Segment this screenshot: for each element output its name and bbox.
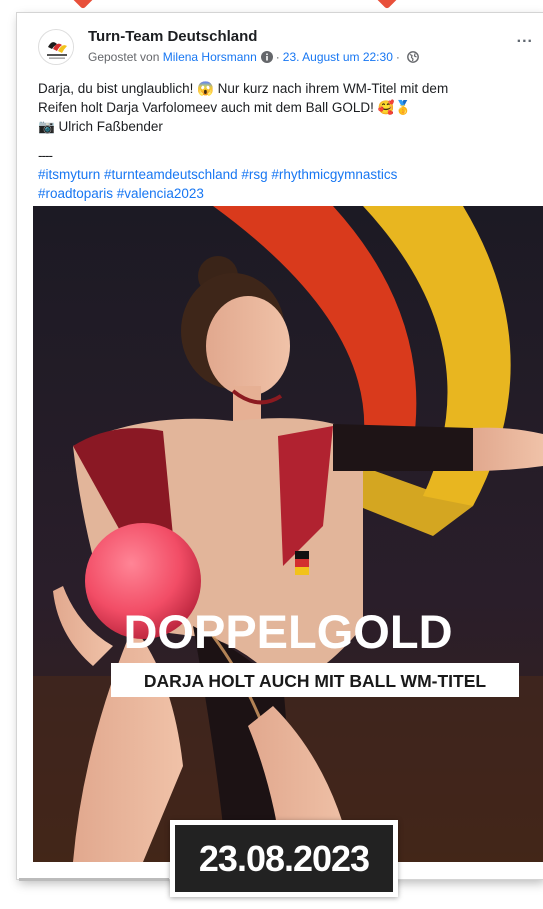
date-badge: 23.08.2023 xyxy=(170,820,398,897)
text-divider: ---- xyxy=(38,148,53,163)
page-avatar[interactable] xyxy=(38,29,74,65)
more-options-icon[interactable]: ... xyxy=(517,30,533,46)
hashtags-line-1[interactable]: #itsmyturn #turnteamdeutschland #rsg #rh… xyxy=(38,165,538,184)
facebook-post-card: Turn-Team Deutschland Gepostet von Milen… xyxy=(17,13,543,879)
top-marker-right xyxy=(368,0,406,10)
gymnast-photo: DOPPELGOLD DARJA HOLT AUCH MIT BALL WM-T… xyxy=(33,206,543,862)
meta-separator-2: · xyxy=(395,50,400,64)
posted-by-label: Gepostet von xyxy=(88,50,160,64)
author-link[interactable]: Milena Horsmann xyxy=(163,50,257,64)
post-date-link[interactable]: 23. August um 22:30 xyxy=(283,50,393,64)
page-name-link[interactable]: Turn-Team Deutschland xyxy=(88,28,257,45)
post-image[interactable]: DOPPELGOLD DARJA HOLT AUCH MIT BALL WM-T… xyxy=(33,206,543,862)
post-text: Darja, du bist unglaublich! 😱 Nur kurz n… xyxy=(38,79,538,203)
post-text-line-2: Reifen holt Darja Varfolomeev auch mit d… xyxy=(38,100,412,115)
globe-icon xyxy=(406,51,419,63)
photo-credit: 📷 Ulrich Faßbender xyxy=(38,119,163,134)
post-header: Turn-Team Deutschland Gepostet von Milen… xyxy=(17,13,543,69)
subline-text: DARJA HOLT AUCH MIT BALL WM-TITEL xyxy=(144,671,486,691)
meta-separator: · xyxy=(275,50,280,64)
info-icon[interactable] xyxy=(260,51,273,63)
card-bottom-edge xyxy=(19,878,169,881)
turn-team-logo-icon xyxy=(40,31,73,64)
post-text-line-1: Darja, du bist unglaublich! 😱 Nur kurz n… xyxy=(38,81,449,96)
hashtags-line-2[interactable]: #roadtoparis #valencia2023 xyxy=(38,184,538,203)
post-meta: Gepostet von Milena Horsmann · 23. Augus… xyxy=(88,50,419,64)
headline-text: DOPPELGOLD xyxy=(123,605,452,658)
top-marker-left xyxy=(64,0,102,10)
